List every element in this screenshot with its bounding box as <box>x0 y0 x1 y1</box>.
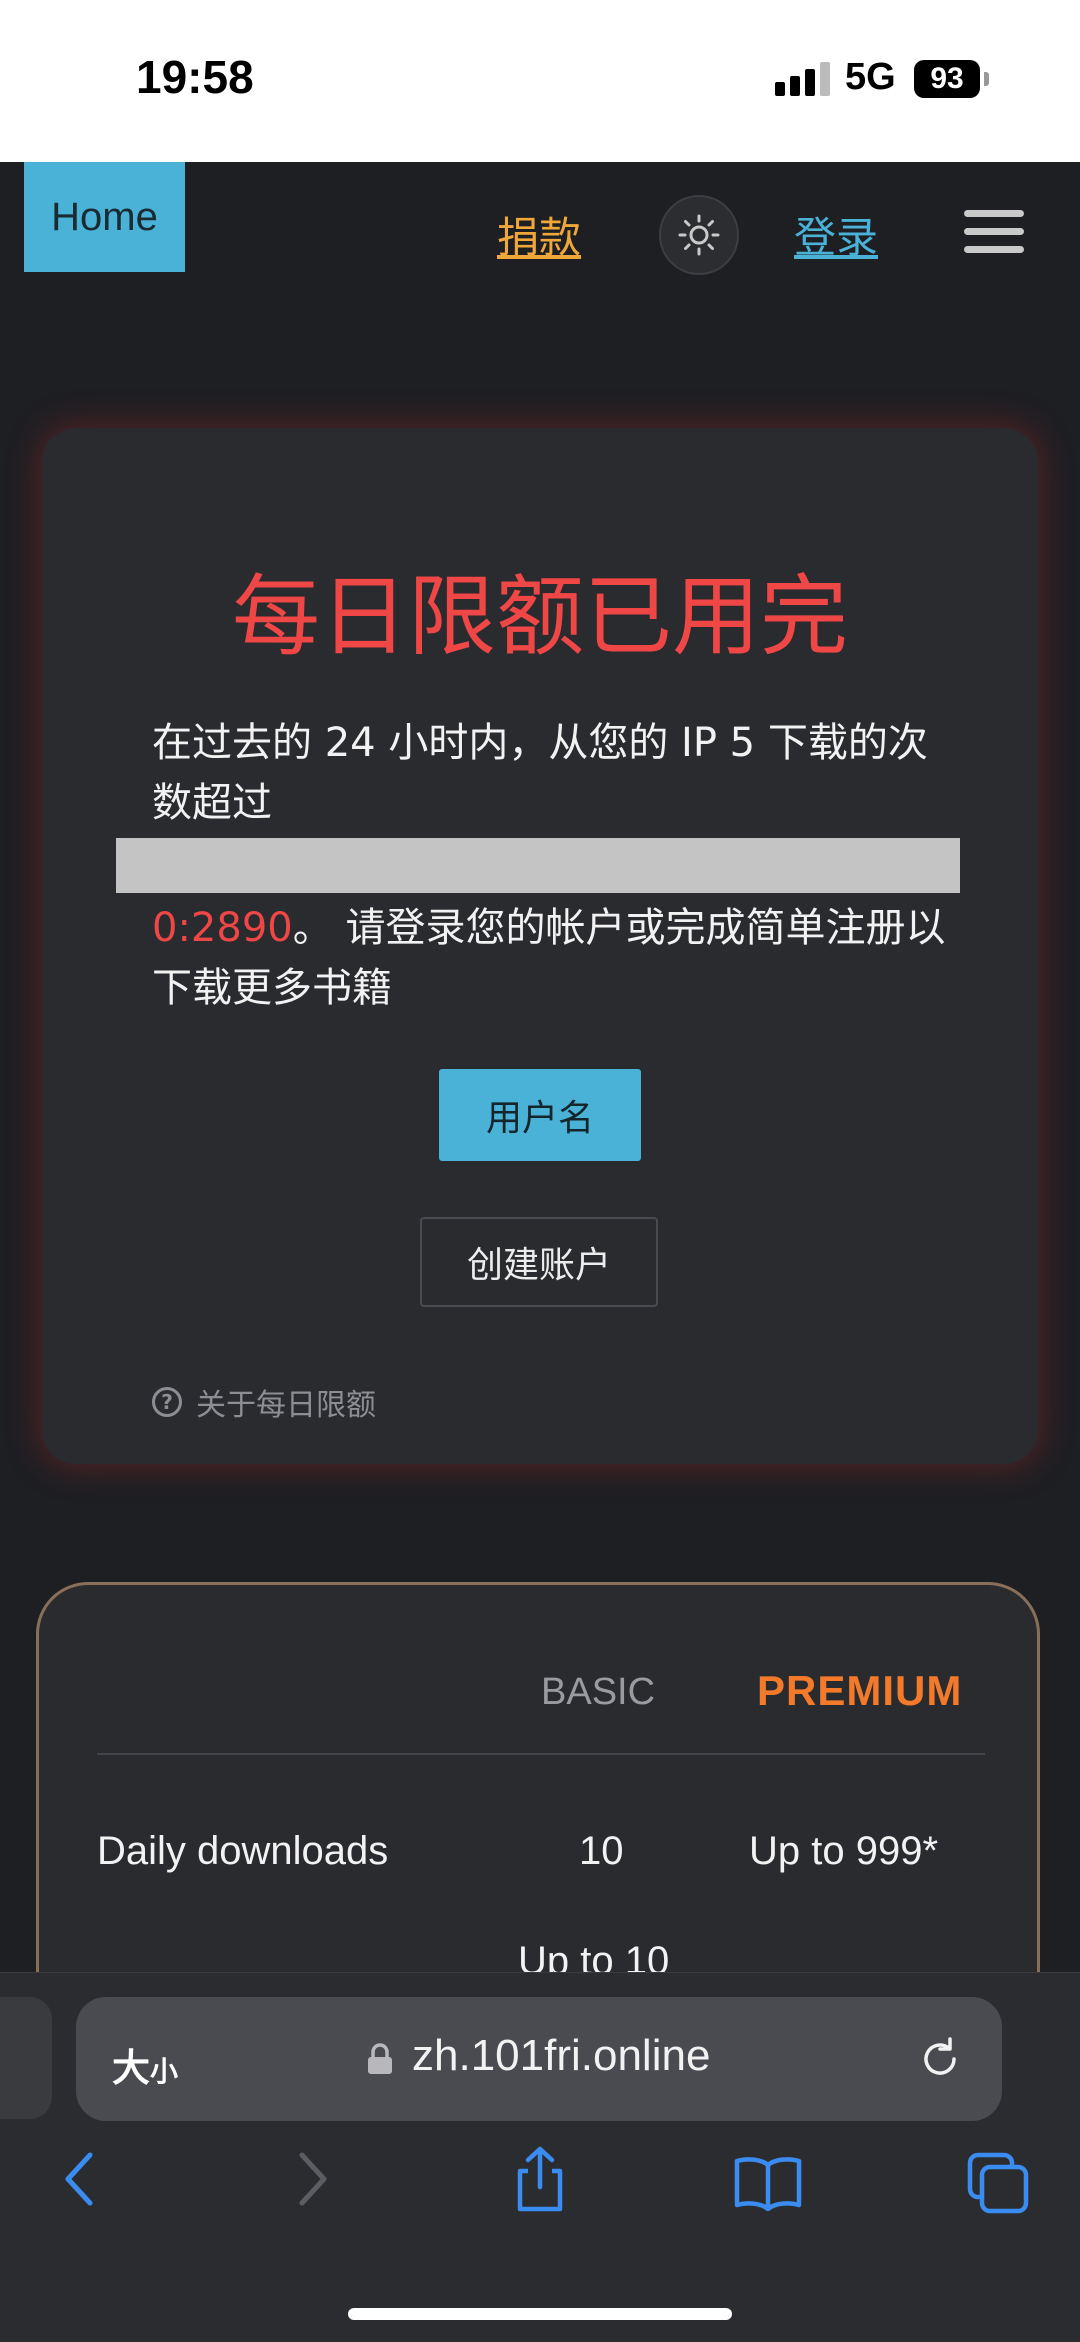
donate-link[interactable]: 捐款 <box>497 204 581 265</box>
row-premium-value: Up to 999* <box>749 1829 939 1873</box>
text-size-small: 小 <box>150 2055 179 2088</box>
divider <box>97 1753 985 1755</box>
limit-message-continued: 0:2890。 请登录您的帐户或完成简单注册以下载更多书籍 <box>152 898 952 1018</box>
theme-toggle-button[interactable] <box>659 195 739 275</box>
text-size-large: 大 <box>112 2046 151 2090</box>
bookmarks-icon[interactable] <box>733 2155 803 2211</box>
share-icon[interactable] <box>510 2145 570 2215</box>
pricing-comparison-card: BASIC PREMIUM Daily downloads 10 Up to 9… <box>36 1582 1040 2002</box>
text-size-button[interactable]: 大小 <box>112 2037 178 2092</box>
status-bar: 19:58 5G 93 <box>0 0 1080 162</box>
limit-title: 每日限额已用完 <box>231 565 848 668</box>
limit-message: 在过去的 24 小时内，从您的 IP 5 下载的次数超过 <box>152 720 928 826</box>
site-header: Home 捐款 登录 <box>0 162 1080 302</box>
username-button[interactable]: 用户名 <box>439 1069 641 1161</box>
login-link[interactable]: 登录 <box>794 204 878 265</box>
about-link-label: 关于每日限额 <box>196 1388 376 1423</box>
question-circle-icon: ? <box>152 1387 182 1417</box>
basic-plan-header: BASIC <box>541 1671 656 1713</box>
battery-icon: 93 <box>914 60 980 98</box>
cellular-signal-icon <box>775 62 831 96</box>
battery-tip <box>984 72 989 86</box>
home-button[interactable]: Home <box>24 162 185 272</box>
network-type: 5G <box>845 56 896 98</box>
forward-icon[interactable] <box>290 2149 334 2209</box>
row-label-daily-downloads: Daily downloads <box>97 1829 389 1873</box>
previous-tab-preview[interactable] <box>0 1997 52 2119</box>
download-count: 0:2890 <box>152 905 293 951</box>
daily-limit-card: 每日限额已用完 在过去的 24 小时内，从您的 IP 5 下载的次数超过 0:2… <box>42 428 1038 1464</box>
browser-toolbar: 大小 zh.101fri.online <box>0 1972 1080 2342</box>
sun-icon <box>678 214 720 256</box>
back-icon[interactable] <box>58 2149 102 2209</box>
address-bar[interactable]: 大小 zh.101fri.online <box>76 1997 1002 2121</box>
reload-icon[interactable] <box>914 2033 966 2085</box>
row-basic-value: 10 <box>579 1829 624 1873</box>
tabs-icon[interactable] <box>966 2151 1030 2215</box>
redacted-block <box>116 838 960 893</box>
create-account-button[interactable]: 创建账户 <box>420 1217 658 1307</box>
about-daily-limit-link[interactable]: ? 关于每日限额 <box>152 1380 376 1424</box>
hamburger-menu-icon[interactable] <box>964 210 1024 254</box>
status-time: 19:58 <box>136 51 254 103</box>
url-text: zh.101fri.online <box>412 2031 711 2080</box>
premium-plan-header: PREMIUM <box>757 1667 963 1714</box>
home-indicator <box>348 2308 732 2320</box>
lock-icon <box>368 2043 392 2074</box>
